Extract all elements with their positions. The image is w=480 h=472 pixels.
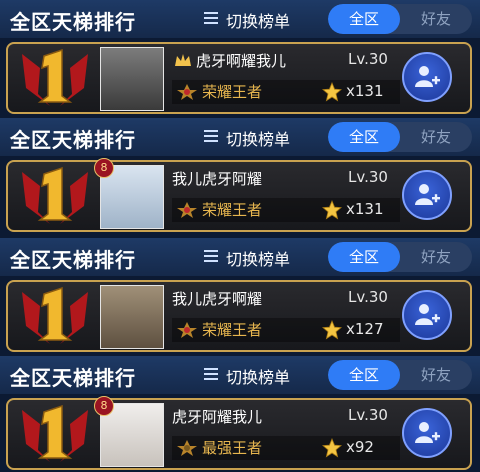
leaderboard-panel: 全区天梯排行 切换榜单 全区 好友 虎牙啊耀我儿 Lv.30 荣耀王者 x131: [0, 0, 480, 118]
star-count: x127: [346, 320, 384, 338]
tab-all-region[interactable]: 全区: [328, 122, 400, 152]
level-chip: 8: [94, 158, 114, 178]
tab-friends[interactable]: 好友: [400, 4, 472, 34]
star-icon: [322, 200, 342, 220]
avatar[interactable]: [100, 47, 164, 111]
scope-tabs: 全区 好友: [328, 122, 472, 152]
rank-title: 荣耀王者: [202, 83, 263, 101]
rank-emblem-icon: [177, 84, 197, 100]
player-name: 虎牙阿耀我儿: [172, 408, 263, 426]
leaderboard-header: 全区天梯排行 切换榜单 全区 好友: [0, 118, 480, 156]
player-name: 我儿虎牙阿耀: [172, 170, 263, 188]
leaderboard-panel: 全区天梯排行 切换榜单 全区 好友 8 虎牙阿耀我儿 Lv.30 最强王者 x9…: [0, 356, 480, 472]
level-chip: 8: [94, 396, 114, 416]
rank-title: 荣耀王者: [202, 321, 263, 339]
tab-friends[interactable]: 好友: [400, 360, 472, 390]
add-friend-button[interactable]: [402, 52, 452, 102]
rank-emblem-icon: [177, 322, 197, 338]
leaderboard-panel: 全区天梯排行 切换榜单 全区 好友 我儿虎牙啊耀 Lv.30 荣耀王者 x127: [0, 238, 480, 356]
rank-emblem-icon: [177, 202, 197, 218]
switch-board-button[interactable]: 切换榜单: [196, 360, 316, 390]
avatar[interactable]: [100, 285, 164, 349]
tab-all-region[interactable]: 全区: [328, 4, 400, 34]
player-name: 虎牙啊耀我儿: [196, 52, 287, 70]
add-friend-icon: [415, 422, 440, 443]
star-icon: [322, 82, 342, 102]
rank-info: 最强王者 x92: [172, 436, 400, 460]
add-friend-button[interactable]: [402, 170, 452, 220]
player-level: Lv.30: [348, 168, 388, 186]
rank-one-badge: [22, 166, 88, 224]
add-friend-icon: [415, 184, 440, 205]
rank-title: 荣耀王者: [202, 201, 263, 219]
scope-tabs: 全区 好友: [328, 4, 472, 34]
rank-one-badge: [22, 286, 88, 344]
leaderboard-title: 全区天梯排行: [10, 10, 136, 34]
rank-title: 最强王者: [202, 439, 263, 457]
add-friend-button[interactable]: [402, 408, 452, 458]
star-icon: [322, 438, 342, 458]
list-icon: [204, 250, 218, 262]
star-icon: [322, 320, 342, 340]
leaderboard-header: 全区天梯排行 切换榜单 全区 好友: [0, 0, 480, 38]
leaderboard-header: 全区天梯排行 切换榜单 全区 好友: [0, 238, 480, 276]
player-name: 我儿虎牙啊耀: [172, 290, 263, 308]
leaderboard-panel: 全区天梯排行 切换榜单 全区 好友 8 我儿虎牙阿耀 Lv.30 荣耀王者 x1…: [0, 118, 480, 236]
leaderboard-title: 全区天梯排行: [10, 248, 136, 272]
switch-board-button[interactable]: 切换榜单: [196, 122, 316, 152]
star-count: x131: [346, 82, 384, 100]
rank-one-badge: [22, 404, 88, 462]
switch-board-label: 切换榜单: [226, 130, 291, 149]
player-level: Lv.30: [348, 50, 388, 68]
scope-tabs: 全区 好友: [328, 242, 472, 272]
switch-board-button[interactable]: 切换榜单: [196, 4, 316, 34]
leaderboard-title: 全区天梯排行: [10, 366, 136, 390]
leaderboard-row: 8 虎牙阿耀我儿 Lv.30 最强王者 x92: [6, 396, 472, 470]
list-icon: [204, 12, 218, 24]
switch-board-label: 切换榜单: [226, 250, 291, 269]
tab-all-region[interactable]: 全区: [328, 242, 400, 272]
leaderboard-row: 虎牙啊耀我儿 Lv.30 荣耀王者 x131: [6, 42, 472, 114]
rank-info: 荣耀王者 x131: [172, 198, 400, 222]
list-icon: [204, 130, 218, 142]
leaderboard-row: 我儿虎牙啊耀 Lv.30 荣耀王者 x127: [6, 280, 472, 352]
tab-friends[interactable]: 好友: [400, 122, 472, 152]
scope-tabs: 全区 好友: [328, 360, 472, 390]
list-icon: [204, 368, 218, 380]
add-friend-icon: [415, 304, 440, 325]
leaderboard-title: 全区天梯排行: [10, 128, 136, 152]
switch-board-label: 切换榜单: [226, 12, 291, 31]
rank-one-badge: [22, 48, 88, 106]
player-level: Lv.30: [348, 288, 388, 306]
leaderboard-header: 全区天梯排行 切换榜单 全区 好友: [0, 356, 480, 394]
rank-info: 荣耀王者 x131: [172, 80, 400, 104]
rank-info: 荣耀王者 x127: [172, 318, 400, 342]
tab-all-region[interactable]: 全区: [328, 360, 400, 390]
player-level: Lv.30: [348, 406, 388, 424]
crown-icon: [175, 54, 191, 66]
star-count: x92: [346, 438, 374, 456]
add-friend-icon: [415, 66, 440, 87]
switch-board-label: 切换榜单: [226, 368, 291, 387]
switch-board-button[interactable]: 切换榜单: [196, 242, 316, 272]
add-friend-button[interactable]: [402, 290, 452, 340]
star-count: x131: [346, 200, 384, 218]
leaderboard-row: 8 我儿虎牙阿耀 Lv.30 荣耀王者 x131: [6, 158, 472, 232]
rank-emblem-icon: [177, 440, 197, 456]
tab-friends[interactable]: 好友: [400, 242, 472, 272]
